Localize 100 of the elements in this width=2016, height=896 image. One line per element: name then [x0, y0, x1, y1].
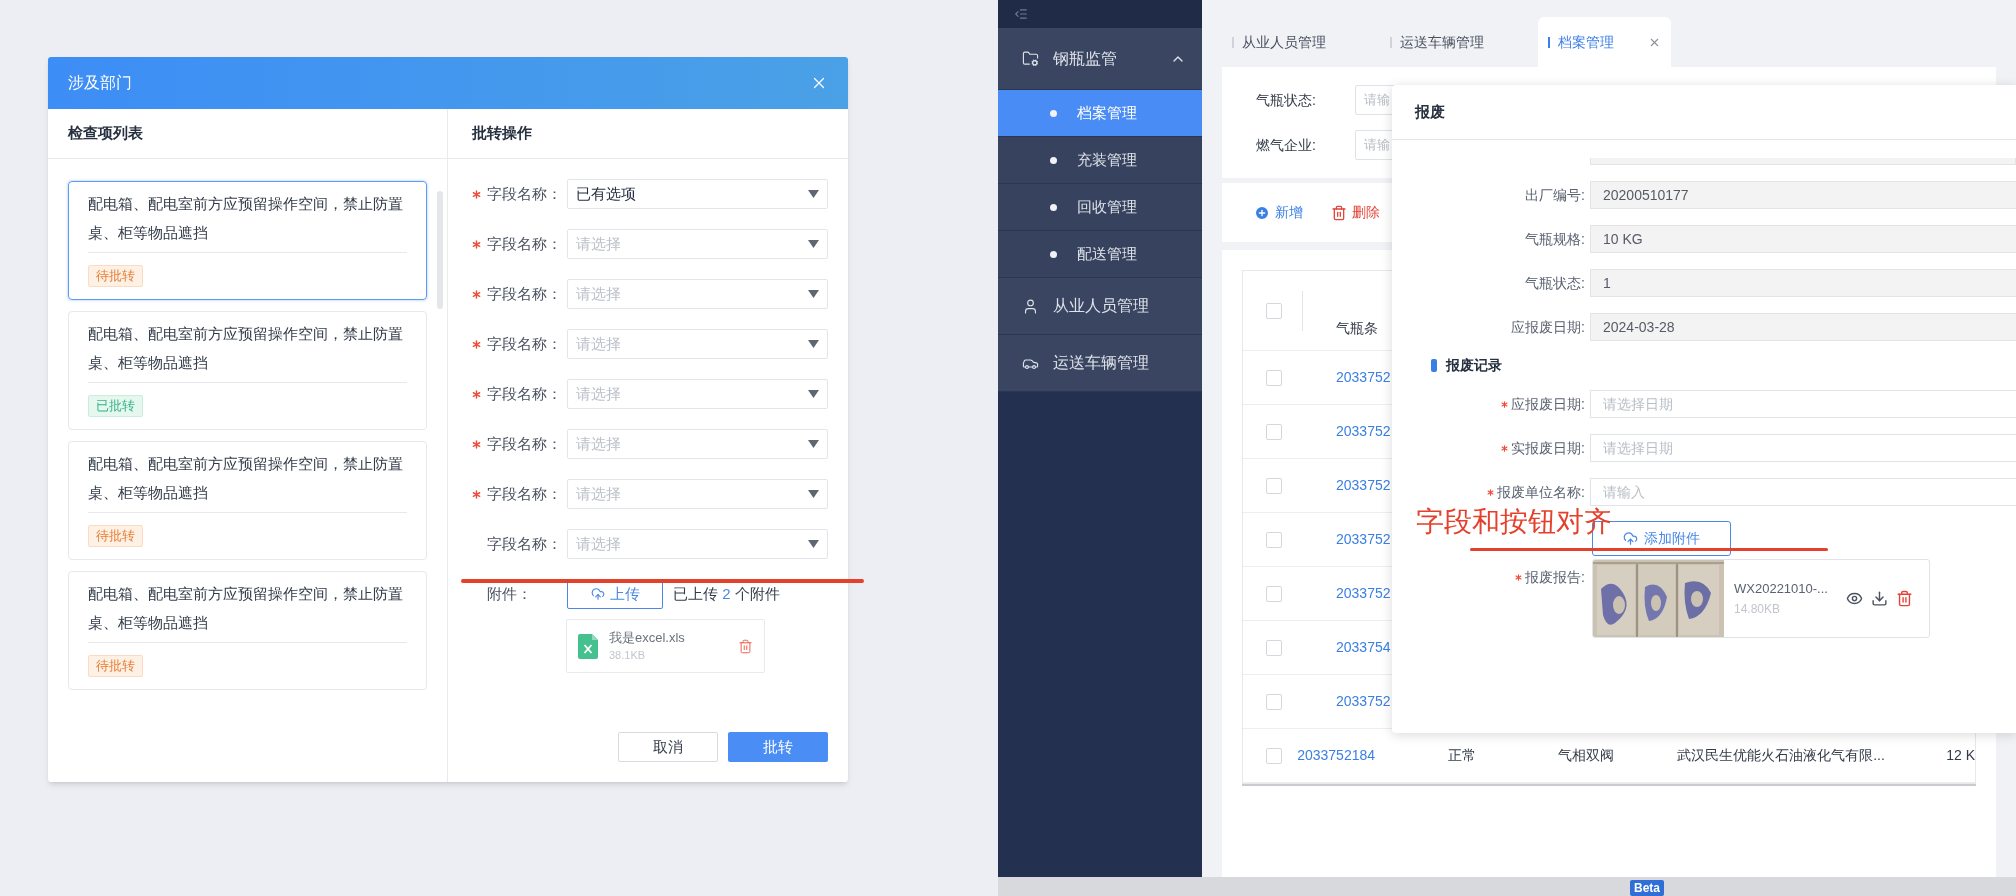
- delete-button[interactable]: 删除: [1331, 202, 1380, 223]
- checkbox[interactable]: [1266, 747, 1282, 764]
- scrollbar[interactable]: [437, 191, 443, 309]
- checkbox[interactable]: [1266, 639, 1282, 656]
- checkbox[interactable]: [1266, 531, 1282, 548]
- bullet-icon: [1050, 109, 1057, 117]
- dropdown-caret-icon: [808, 540, 819, 548]
- dropdown-caret-icon: [808, 440, 819, 448]
- checklist-card[interactable]: 配电箱、配电室前方应预留操作空间，禁止防置桌、柜等物品遮挡 待批转: [68, 571, 427, 690]
- panel-title: 批转操作: [472, 123, 532, 144]
- file-size: 38.1KB: [609, 648, 647, 663]
- dropdown-caret-icon: [808, 490, 819, 498]
- field-label: 字段名称：: [487, 333, 563, 354]
- status-tag: 待批转: [88, 265, 143, 287]
- confirm-button[interactable]: 批转: [728, 732, 828, 762]
- status-tag: 待批转: [88, 525, 143, 547]
- submenu-item[interactable]: 回收管理: [998, 184, 1202, 231]
- preview-icon[interactable]: [1846, 590, 1863, 607]
- field-label: 字段名称：: [487, 383, 563, 404]
- form-label: 出厂编号:: [1524, 185, 1585, 205]
- readonly-field: 10 KG: [1590, 225, 2016, 253]
- checklist-text: 配电箱、配电室前方应预留操作空间，禁止防置桌、柜等物品遮挡: [88, 584, 404, 633]
- checklist-text: 配电箱、配电室前方应预留操作空间，禁止防置桌、柜等物品遮挡: [88, 194, 404, 243]
- filter-label: 气瓶状态:: [1256, 90, 1317, 110]
- status-tag: 已批转: [88, 395, 143, 417]
- tab[interactable]: 档案管理: [1538, 17, 1671, 67]
- dropdown-caret-icon: [808, 340, 819, 348]
- delete-icon[interactable]: [738, 638, 753, 654]
- field-label: 字段名称：: [487, 183, 563, 204]
- folder-icon: [1022, 50, 1039, 67]
- upload-icon: [590, 587, 605, 601]
- user-icon: [1022, 297, 1039, 315]
- menu-item[interactable]: 钢瓶监管: [998, 28, 1202, 90]
- form-label: 报废单位名称:: [1497, 482, 1585, 502]
- bullet-icon: [1050, 203, 1057, 211]
- form-label: 实报废日期:: [1511, 438, 1585, 458]
- panel-title: 检查项列表: [68, 123, 143, 144]
- cylinder-code-link[interactable]: 2033752184: [1297, 745, 1449, 766]
- beta-badge: Beta: [1630, 880, 1664, 896]
- menu-item[interactable]: 从业人员管理: [998, 278, 1202, 335]
- readonly-field: 2024-03-28: [1590, 313, 2016, 341]
- delete-icon[interactable]: [1896, 590, 1913, 607]
- table-cell-text: 武汉民生优能火石油液化气有限...: [1677, 746, 1886, 765]
- checklist-card[interactable]: 配电箱、配电室前方应预留操作空间，禁止防置桌、柜等物品遮挡 待批转: [68, 441, 427, 560]
- form-label: 气瓶状态:: [1524, 273, 1585, 293]
- submenu-item[interactable]: 配送管理: [998, 231, 1202, 278]
- upload-summary: 已上传 2 个附件: [673, 583, 780, 604]
- download-icon[interactable]: [1871, 590, 1888, 607]
- table-cell-text: 12 K: [1946, 746, 1975, 765]
- bullet-icon: [1050, 156, 1057, 164]
- table-cell-text: 正常: [1448, 746, 1478, 765]
- select-field[interactable]: 已有选项: [567, 179, 828, 209]
- form-label: 应报废日期:: [1510, 317, 1585, 337]
- filter-label: 燃气企业:: [1256, 135, 1317, 155]
- field-label: 字段名称：: [487, 533, 563, 554]
- checkbox[interactable]: [1266, 369, 1282, 386]
- form-label: 应报废日期:: [1511, 394, 1585, 414]
- dropdown-caret-icon: [808, 390, 819, 398]
- checkbox[interactable]: [1266, 477, 1282, 494]
- checkbox[interactable]: [1266, 302, 1282, 319]
- checklist-card[interactable]: 配电箱、配电室前方应预留操作空间，禁止防置桌、柜等物品遮挡 已批转: [68, 311, 427, 430]
- checklist-card[interactable]: 配电箱、配电室前方应预留操作空间，禁止防置桌、柜等物品遮挡 待批转: [68, 181, 427, 300]
- dropdown-caret-icon: [808, 190, 819, 198]
- checklist-text: 配电箱、配电室前方应预留操作空间，禁止防置桌、柜等物品遮挡: [88, 454, 404, 503]
- section-title: 报废记录: [1446, 356, 1502, 375]
- plus-icon: [1254, 204, 1270, 221]
- trash-icon: [1331, 204, 1347, 221]
- field-label: 附件：: [487, 583, 533, 604]
- field-label: 字段名称：: [487, 233, 563, 254]
- dropdown-caret-icon: [808, 290, 819, 298]
- tab[interactable]: 运送车辆管理: [1380, 17, 1530, 67]
- field-label: 字段名称：: [487, 283, 563, 304]
- bullet-icon: [1050, 250, 1057, 258]
- status-tag: 待批转: [88, 655, 143, 677]
- file-name[interactable]: 我是excel.xls: [609, 629, 727, 647]
- section-marker-icon: [1431, 359, 1437, 372]
- checkbox[interactable]: [1266, 585, 1282, 602]
- submenu-item[interactable]: 档案管理: [998, 90, 1202, 137]
- dialog-title: 涉及部门: [68, 73, 132, 93]
- field-label: 字段名称：: [487, 433, 563, 454]
- file-size: 14.80KB: [1734, 600, 1782, 618]
- modal-title: 报废: [1415, 101, 1445, 122]
- cancel-button[interactable]: 取消: [618, 732, 718, 762]
- column-header: 气瓶条: [1336, 319, 1378, 338]
- form-label: 报废报告:: [1525, 568, 1585, 587]
- readonly-field: 20200510177: [1590, 181, 2016, 209]
- checklist-text: 配电箱、配电室前方应预留操作空间，禁止防置桌、柜等物品遮挡: [88, 324, 404, 373]
- table-cell-text: 气相双阀: [1558, 746, 1616, 765]
- form-label: 气瓶规格:: [1524, 229, 1585, 249]
- readonly-field: 1: [1590, 269, 2016, 297]
- checkbox[interactable]: [1266, 423, 1282, 440]
- checkbox[interactable]: [1266, 693, 1282, 710]
- submenu-item[interactable]: 充装管理: [998, 137, 1202, 184]
- upload-icon: [1623, 531, 1638, 546]
- field-label: 字段名称：: [487, 483, 563, 504]
- menu-item[interactable]: 运送车辆管理: [998, 335, 1202, 392]
- collapse-menu-icon[interactable]: [1014, 7, 1028, 21]
- file-name[interactable]: WX20221010-...: [1734, 578, 1846, 599]
- tab[interactable]: 从业人员管理: [1222, 17, 1372, 67]
- add-button[interactable]: 新增: [1254, 202, 1303, 223]
